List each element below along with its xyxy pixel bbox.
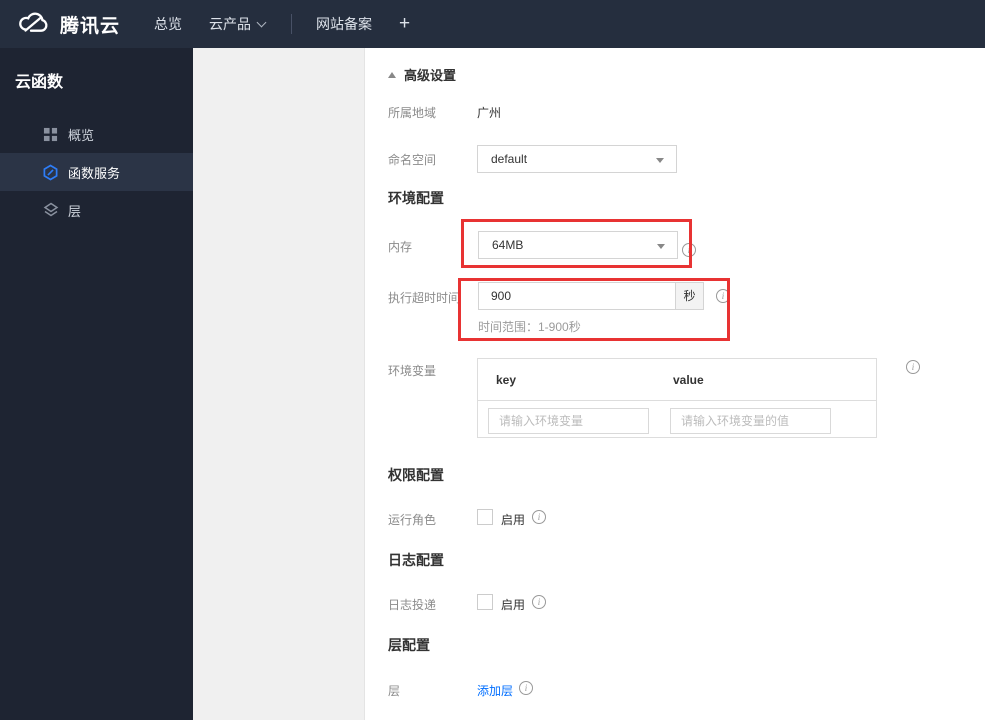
envvar-value-header: value xyxy=(673,373,704,387)
topbar: 腾讯云 总览 云产品 网站备案 + xyxy=(0,0,985,48)
envvar-key-header: key xyxy=(496,373,517,387)
section-env-config: 环境配置 xyxy=(388,190,444,206)
timeout-info-icon[interactable] xyxy=(716,289,730,303)
namespace-label: 命名空间 xyxy=(388,153,437,167)
function-hexagon-icon xyxy=(42,164,59,181)
sidebar-item-label: 概览 xyxy=(68,127,95,143)
sidebar-title: 云函数 xyxy=(15,74,64,91)
sidebar-menu: 概览 函数服务 层 xyxy=(0,115,193,229)
nav-products-menu[interactable]: 云产品 xyxy=(209,14,267,34)
log-enable-checkbox[interactable] xyxy=(477,594,493,610)
log-label: 日志投递 xyxy=(388,598,437,612)
chevron-down-icon xyxy=(256,17,267,28)
role-enable-label: 启用 xyxy=(501,513,526,527)
region-label: 所属地域 xyxy=(388,106,437,120)
nav-overview[interactable]: 总览 xyxy=(154,14,182,34)
envvar-table-header: key value xyxy=(478,359,876,401)
log-info-icon[interactable] xyxy=(532,595,546,609)
memory-selected-value: 64MB xyxy=(492,238,524,252)
envvar-value-input[interactable] xyxy=(670,408,831,434)
sidebar-item-function-service[interactable]: 函数服务 xyxy=(0,153,193,191)
layers-icon xyxy=(42,202,59,219)
role-label: 运行角色 xyxy=(388,513,437,527)
advanced-settings-label: 高级设置 xyxy=(404,68,457,83)
nav-beian[interactable]: 网站备案 xyxy=(316,14,372,34)
function-config-form: 高级设置 所属地域 广州 命名空间 default 环境配置 内存 64MB 执… xyxy=(365,48,985,720)
memory-info-icon[interactable] xyxy=(682,243,696,257)
advanced-settings-toggle[interactable]: 高级设置 xyxy=(388,65,456,84)
add-layer-link[interactable]: 添加层 xyxy=(477,682,513,699)
memory-label: 内存 xyxy=(388,240,413,254)
add-tab-button[interactable]: + xyxy=(399,13,410,35)
sidebar-item-layers[interactable]: 层 xyxy=(0,191,193,229)
envvar-table: key value xyxy=(477,358,877,438)
envvar-info-icon[interactable] xyxy=(906,360,920,374)
timeout-range-hint: 时间范围：1-900秒 xyxy=(478,320,581,334)
section-perm-config: 权限配置 xyxy=(388,467,444,483)
envvar-key-input[interactable] xyxy=(488,408,649,434)
sidebar-item-overview[interactable]: 概览 xyxy=(0,115,193,153)
tencent-cloud-logo[interactable]: 腾讯云 xyxy=(16,10,120,39)
role-info-icon[interactable] xyxy=(532,510,546,524)
timeout-input[interactable] xyxy=(479,283,675,309)
collapse-triangle-icon xyxy=(388,71,396,78)
region-value: 广州 xyxy=(477,106,502,120)
layer-info-icon[interactable] xyxy=(519,681,533,695)
timeout-input-group: 秒 xyxy=(478,282,704,310)
secondary-panel xyxy=(193,48,365,720)
brand-text: 腾讯云 xyxy=(60,15,121,37)
nav-products-label: 云产品 xyxy=(209,16,252,32)
sidebar: 云函数 概览 函数服务 层 xyxy=(0,48,193,720)
namespace-select[interactable]: default xyxy=(477,145,677,173)
timeout-unit-button[interactable]: 秒 xyxy=(675,283,703,309)
nav-divider xyxy=(291,14,293,34)
envvar-label: 环境变量 xyxy=(388,364,437,378)
caret-down-icon xyxy=(657,244,665,249)
layer-label: 层 xyxy=(388,684,401,698)
log-enable-label: 启用 xyxy=(501,598,526,612)
cloud-logo-icon xyxy=(16,10,52,39)
role-enable-checkbox[interactable] xyxy=(477,509,493,525)
memory-select[interactable]: 64MB xyxy=(478,231,678,259)
namespace-selected-value: default xyxy=(491,152,528,166)
overview-grid-icon xyxy=(42,126,59,143)
section-log-config: 日志配置 xyxy=(388,552,444,568)
section-layer-config: 层配置 xyxy=(388,637,430,653)
timeout-label: 执行超时时间 xyxy=(388,291,461,305)
sidebar-item-label: 函数服务 xyxy=(68,165,121,181)
caret-down-icon xyxy=(656,158,664,163)
sidebar-item-label: 层 xyxy=(68,203,82,219)
